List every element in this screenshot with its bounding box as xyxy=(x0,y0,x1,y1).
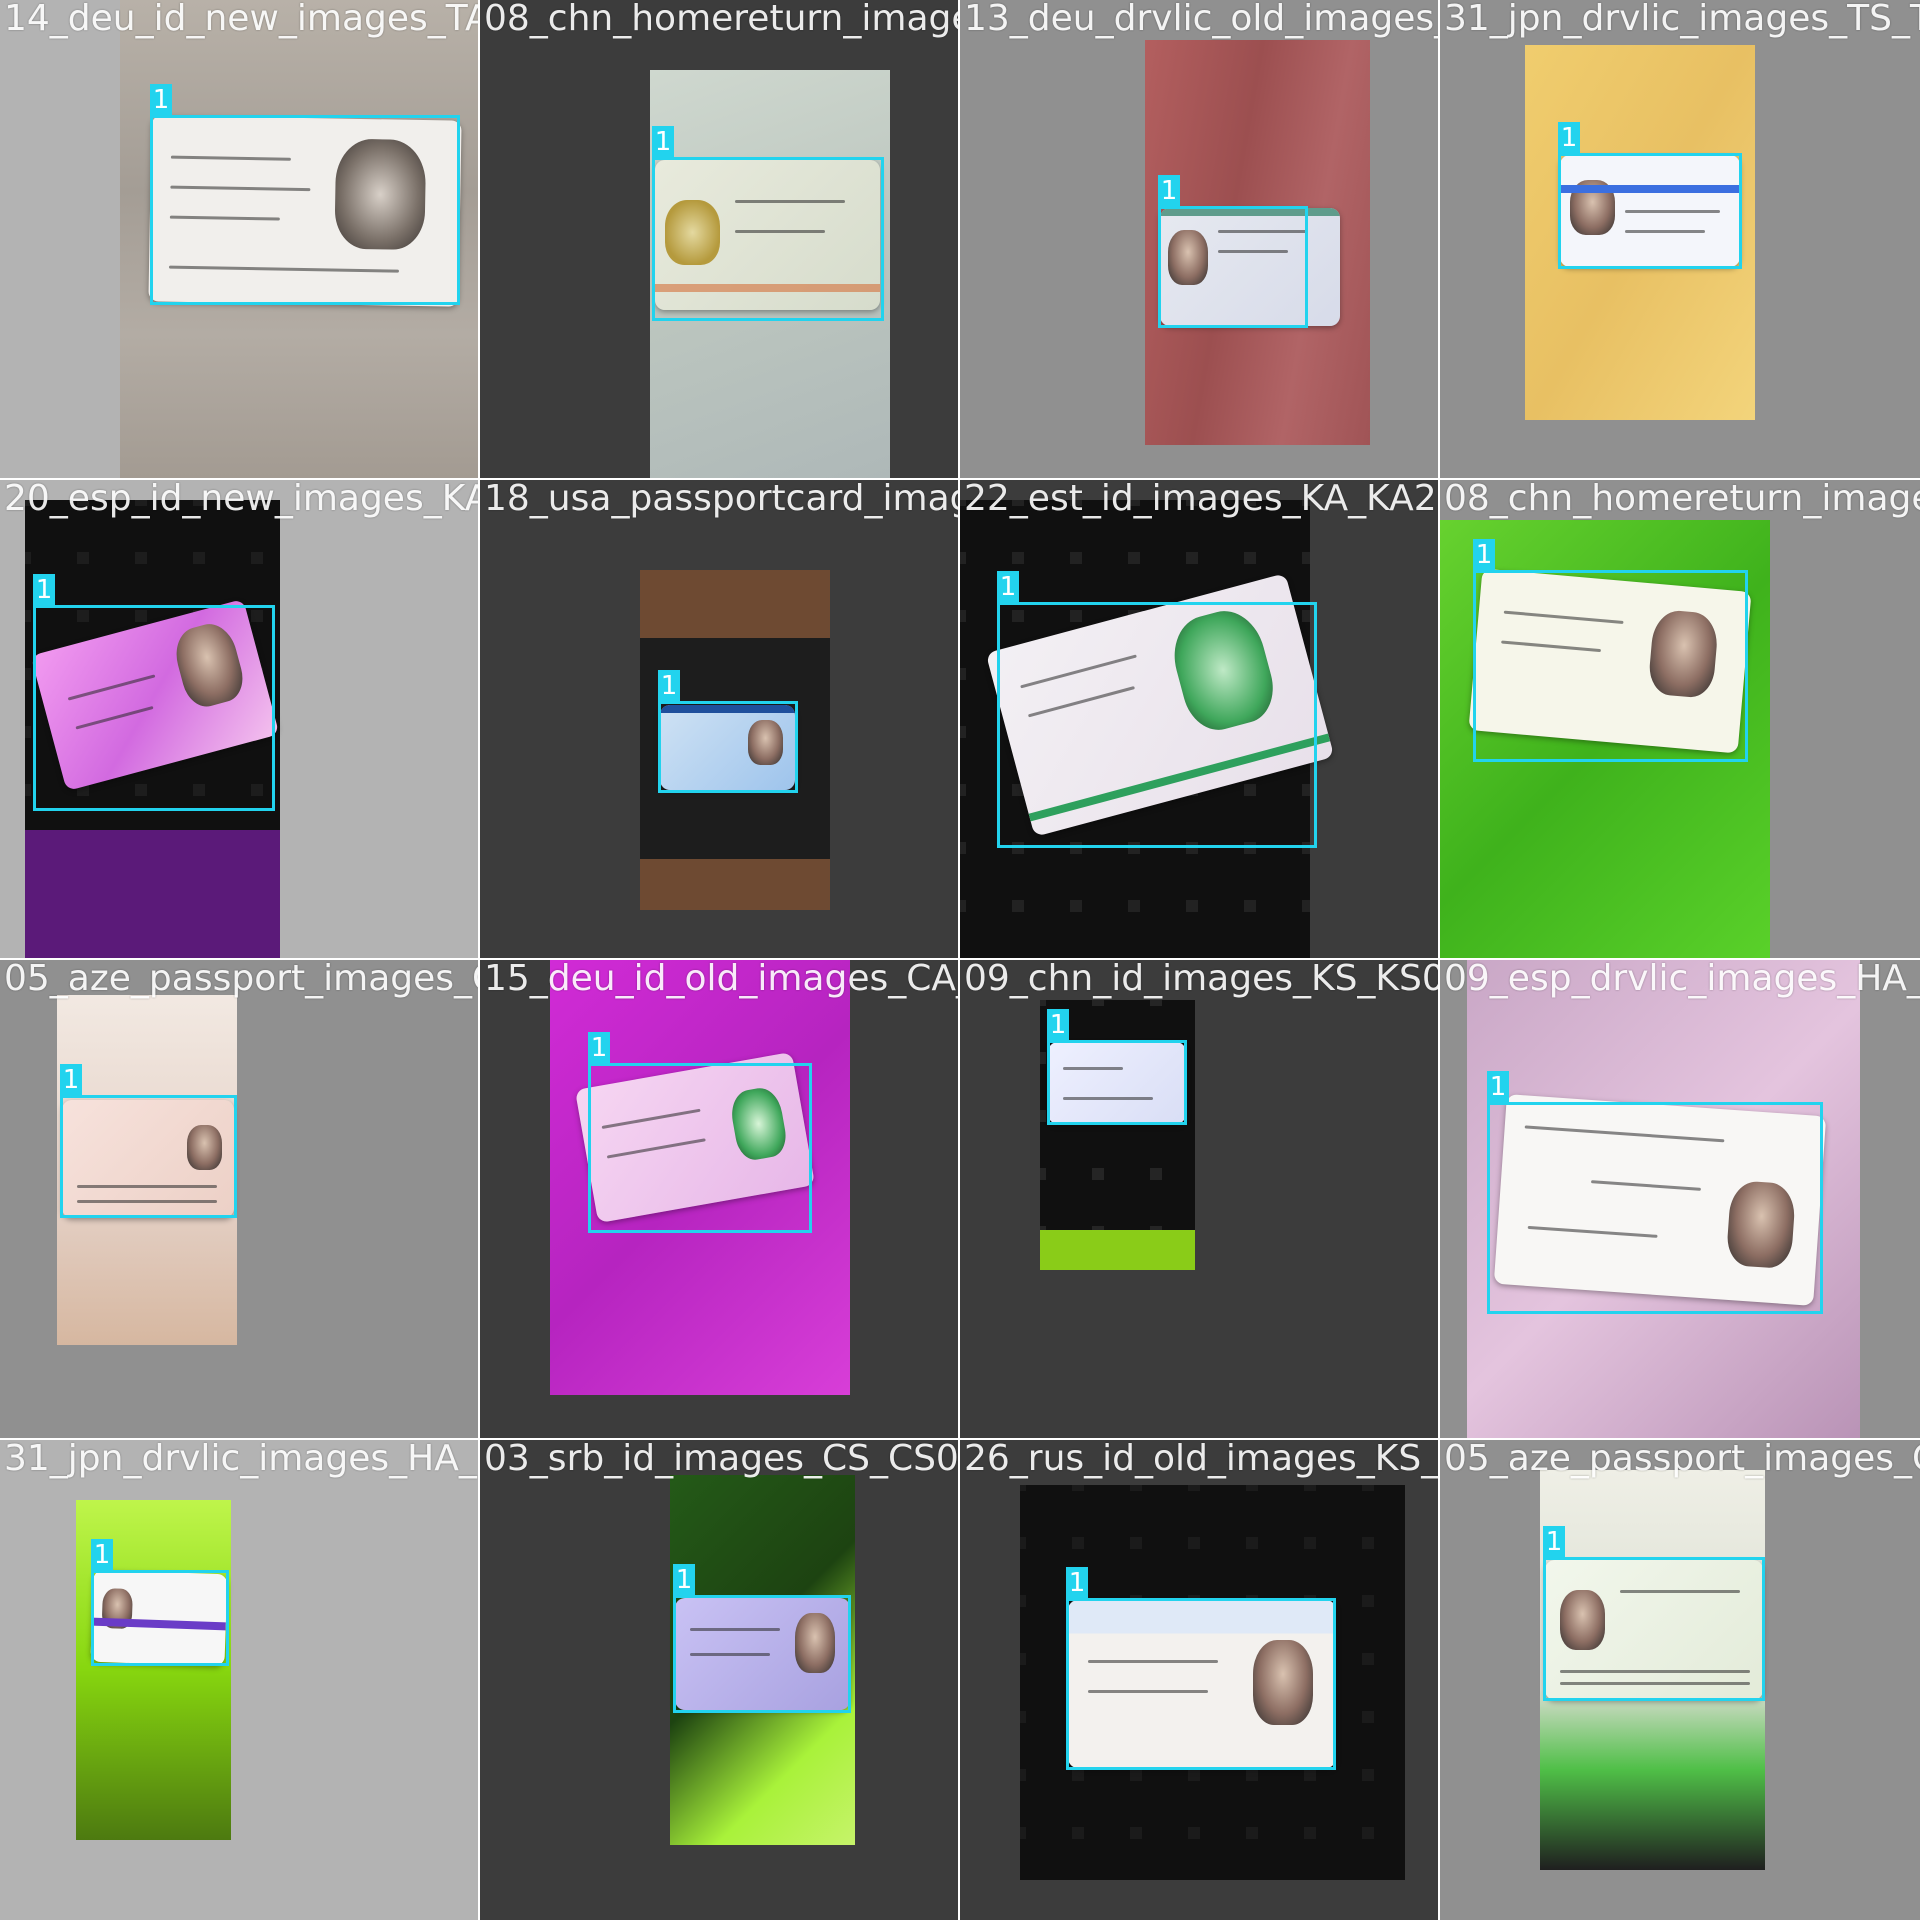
bounding-box: 1 xyxy=(1047,1009,1187,1125)
bounding-box: 1 xyxy=(588,1032,812,1233)
bounding-box: 1 xyxy=(60,1064,237,1218)
tile-4[interactable]: 1 31_jpn_drvlic_images_TS_TS31_12.png xyxy=(1440,0,1920,480)
bbox-class-tag: 1 xyxy=(33,574,55,606)
tile-12[interactable]: 1 09_esp_drvlic_images_HA_HA09_16.png xyxy=(1440,960,1920,1440)
bbox-class-tag: 1 xyxy=(652,126,674,158)
tile-11[interactable]: 1 09_chn_id_images_KS_KS09_05.png xyxy=(960,960,1440,1440)
bbox-class-tag: 1 xyxy=(1473,539,1495,571)
bounding-box: 1 xyxy=(658,670,798,793)
bounding-box: 1 xyxy=(997,571,1317,848)
bbox-class-tag: 1 xyxy=(1158,175,1180,207)
tile-7[interactable]: 1 22_est_id_images_KA_KA22_01.png xyxy=(960,480,1440,960)
bbox-class-tag: 1 xyxy=(1047,1009,1069,1041)
tile-16[interactable]: 1 05_aze_passport_images_CS_CS05_29.png xyxy=(1440,1440,1920,1920)
tile-label: 20_esp_id_new_images_KA_KA20_31.png xyxy=(4,480,478,519)
bounding-box: 1 xyxy=(1158,175,1308,328)
tile-label: 31_jpn_drvlic_images_TS_TS31_12.png xyxy=(1444,0,1920,39)
tile-10[interactable]: 1 15_deu_id_old_images_CA_CA15_18.png xyxy=(480,960,960,1440)
tile-2[interactable]: 1 08_chn_homereturn_images_CS_CS09_14.pn… xyxy=(480,0,960,480)
tile-label: 31_jpn_drvlic_images_HA_HA31_16.png xyxy=(4,1440,478,1479)
bbox-class-tag: 1 xyxy=(1543,1526,1565,1558)
tile-label: 03_srb_id_images_CS_CS03_26.png xyxy=(484,1440,959,1479)
bbox-class-tag: 1 xyxy=(997,571,1019,603)
tile-label: 22_est_id_images_KA_KA22_01.png xyxy=(964,480,1438,519)
tile-label: 14_deu_id_new_images_TA08_14_09.png xyxy=(4,0,478,39)
tile-label: 08_chn_homereturn_images_HS_HS08_15.png xyxy=(1444,480,1920,519)
bbox-class-tag: 1 xyxy=(1487,1071,1509,1103)
tile-label: 05_aze_passport_images_CS_CS05_20.png xyxy=(4,960,478,999)
tile-label: 08_chn_homereturn_images_CS_CS09_14.png xyxy=(484,0,958,39)
tile-label: 09_chn_id_images_KS_KS09_05.png xyxy=(964,960,1440,999)
photo-bottom xyxy=(1040,1230,1195,1270)
bounding-box: 1 xyxy=(1473,539,1748,762)
tile-label: 15_deu_id_old_images_CA_CA15_18.png xyxy=(484,960,958,999)
bbox-class-tag: 1 xyxy=(150,84,172,116)
tile-label: 05_aze_passport_images_CS_CS05_29.png xyxy=(1444,1440,1920,1479)
bounding-box: 1 xyxy=(1066,1567,1336,1770)
bbox-class-tag: 1 xyxy=(658,670,680,702)
tile-5[interactable]: 1 20_esp_id_new_images_KA_KA20_31.png xyxy=(0,480,480,960)
tile-9[interactable]: 1 05_aze_passport_images_CS_CS05_20.png xyxy=(0,960,480,1440)
bounding-box: 1 xyxy=(673,1564,851,1713)
bounding-box: 1 xyxy=(1487,1071,1823,1314)
bounding-box: 1 xyxy=(91,1539,229,1666)
tile-6[interactable]: 1 18_usa_passportcard_images_KA_KA18_24.… xyxy=(480,480,960,960)
bbox-class-tag: 1 xyxy=(588,1032,610,1064)
tile-13[interactable]: 1 31_jpn_drvlic_images_HA_HA31_16.png xyxy=(0,1440,480,1920)
bounding-box: 1 xyxy=(652,126,884,321)
tile-15[interactable]: 1 26_rus_id_old_images_KS_KS26_03.png xyxy=(960,1440,1440,1920)
bbox-class-tag: 1 xyxy=(673,1564,695,1596)
bounding-box: 1 xyxy=(1543,1526,1765,1701)
tile-label: 26_rus_id_old_images_KS_KS26_03.png xyxy=(964,1440,1440,1479)
tile-14[interactable]: 1 03_srb_id_images_CS_CS03_26.png xyxy=(480,1440,960,1920)
tile-3[interactable]: 1 13_deu_drvlic_old_images_TS_TS13_08.pn… xyxy=(960,0,1440,480)
bbox-class-tag: 1 xyxy=(1558,122,1580,154)
photo-bottom xyxy=(25,830,280,958)
tile-label: 09_esp_drvlic_images_HA_HA09_16.png xyxy=(1444,960,1920,999)
bounding-box: 1 xyxy=(1558,122,1742,269)
image-grid: 1 14_deu_id_new_images_TA08_14_09.png 1 … xyxy=(0,0,1920,1920)
bounding-box: 1 xyxy=(33,574,275,811)
bbox-class-tag: 1 xyxy=(1066,1567,1088,1599)
tile-label: 13_deu_drvlic_old_images_TS_TS13_08.png xyxy=(964,0,1438,39)
bounding-box: 1 xyxy=(150,84,460,305)
bbox-class-tag: 1 xyxy=(60,1064,82,1096)
bbox-class-tag: 1 xyxy=(91,1539,113,1571)
tile-8[interactable]: 1 08_chn_homereturn_images_HS_HS08_15.pn… xyxy=(1440,480,1920,960)
tile-1[interactable]: 1 14_deu_id_new_images_TA08_14_09.png xyxy=(0,0,480,480)
tile-label: 18_usa_passportcard_images_KA_KA18_24.pn… xyxy=(484,480,958,519)
